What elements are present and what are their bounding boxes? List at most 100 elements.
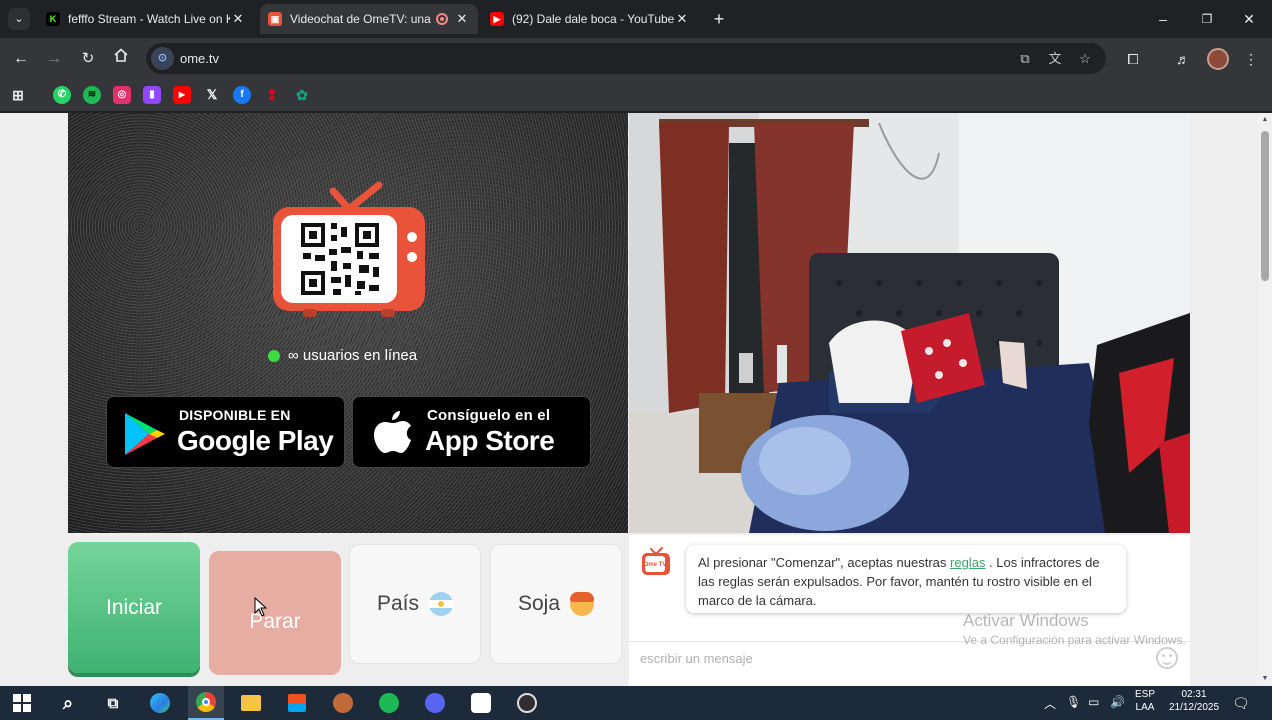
- apps-grid-icon[interactable]: ⊞: [9, 86, 27, 104]
- argentina-flag-icon: [429, 592, 454, 616]
- obs-icon[interactable]: [515, 691, 539, 715]
- tab-title: Videochat de OmeTV: una: [290, 12, 431, 26]
- message-input[interactable]: escribir un mensaje: [640, 651, 753, 666]
- ometv-icon: ▣: [268, 12, 282, 26]
- clock[interactable]: 02:31 21/12/2025: [1162, 688, 1226, 714]
- activate-windows-title: Activar Windows: [963, 611, 1089, 630]
- media-control-icon[interactable]: ♬: [1172, 48, 1194, 70]
- site-info-icon[interactable]: ⊙: [151, 47, 174, 70]
- search-icon[interactable]: ⌕: [56, 691, 80, 715]
- instagram-icon[interactable]: ◎: [113, 86, 131, 104]
- scroll-down-arrow-icon[interactable]: ▼: [1261, 675, 1269, 683]
- partner-video-placeholder: ∞ usuarios en línea DISPONIBLE EN Google…: [68, 113, 628, 533]
- x-icon[interactable]: 𝕏: [203, 86, 221, 104]
- microsoft-store-icon[interactable]: [285, 691, 309, 715]
- scroll-up-arrow-icon[interactable]: ▲: [1261, 116, 1269, 124]
- close-tab-icon[interactable]: ✕: [674, 11, 690, 27]
- show-hidden-icons-icon[interactable]: ︿: [1044, 695, 1056, 712]
- new-tab-button[interactable]: +: [708, 8, 730, 30]
- language-code: ESP: [1134, 689, 1155, 700]
- chat-panel: Ome TV Al presionar "Comenzar", aceptas …: [629, 535, 1190, 686]
- minimize-button[interactable]: –: [1140, 0, 1186, 38]
- chatgpt-icon[interactable]: ✿: [293, 86, 311, 104]
- clock-date: 21/12/2025: [1168, 702, 1220, 713]
- discord-icon[interactable]: [423, 691, 447, 715]
- bookmark-star-icon[interactable]: ☆: [1076, 50, 1094, 68]
- google-play-badge[interactable]: DISPONIBLE EN Google Play: [106, 396, 345, 468]
- app-store-big-text: App Store: [425, 425, 555, 456]
- recording-indicator-icon: [436, 13, 448, 25]
- stop-button[interactable]: Parar: [209, 551, 341, 675]
- spotify-taskbar-icon[interactable]: [377, 691, 401, 715]
- online-users-text: ∞ usuarios en línea: [288, 347, 418, 364]
- tab-kick[interactable]: K fefffo Stream - Watch Live on K ✕: [38, 4, 254, 34]
- notifications-icon[interactable]: 🗨: [1232, 695, 1250, 712]
- home-icon: [114, 48, 128, 62]
- online-status-dot: [268, 349, 280, 362]
- mouse-cursor-icon: [254, 597, 268, 617]
- bookmarks-bar: ⊞ ✆ ≋ ◎ ▮ ▶ 𝕏 f ❢ ✿: [0, 79, 1272, 112]
- address-bar[interactable]: ⊙ ome.tv ⧉ 文 ☆: [146, 43, 1106, 74]
- network-icon[interactable]: ▭: [1088, 695, 1099, 709]
- profile-avatar[interactable]: [1207, 48, 1229, 70]
- whatsapp-icon[interactable]: ✆: [53, 86, 71, 104]
- reload-button[interactable]: ↻: [75, 46, 101, 72]
- scrollbar-thumb[interactable]: [1261, 131, 1269, 281]
- edge-icon[interactable]: [148, 691, 172, 715]
- online-users-counter: ∞ usuarios en línea: [268, 347, 417, 364]
- self-camera-video: [629, 113, 1190, 533]
- task-view-icon[interactable]: ⧉: [101, 691, 125, 715]
- apple-icon: [374, 411, 411, 453]
- start-button[interactable]: Iniciar: [68, 542, 200, 673]
- browser-menu-icon[interactable]: ⋮: [1240, 48, 1262, 70]
- ometv-page: ∞ usuarios en línea DISPONIBLE EN Google…: [0, 113, 1272, 686]
- rules-link[interactable]: reglas: [950, 555, 985, 570]
- country-filter-label: País: [376, 592, 420, 615]
- close-tab-icon[interactable]: ✕: [230, 11, 246, 27]
- rules-notice-bubble: Al presionar "Comenzar", aceptas nuestra…: [686, 545, 1126, 613]
- language-indicator[interactable]: ESP LAA: [1132, 688, 1158, 714]
- pinterest-icon[interactable]: ❢: [263, 86, 281, 104]
- qr-tv-logo-icon: [273, 181, 425, 317]
- chrome-icon[interactable]: [188, 686, 224, 720]
- close-tab-icon[interactable]: ✕: [454, 11, 470, 27]
- microphone-icon[interactable]: 🎙: [1066, 695, 1081, 709]
- tab-youtube[interactable]: ▶ (92) Dale dale boca - YouTube ✕: [482, 4, 698, 34]
- notice-text-before: Al presionar "Comenzar", aceptas nuestra…: [698, 555, 951, 570]
- activate-windows-subtitle: Ve a Configuración para activar Windows.: [963, 633, 1186, 647]
- google-play-icon: [125, 413, 165, 455]
- country-filter-button[interactable]: País: [349, 544, 481, 664]
- back-button[interactable]: ←: [8, 46, 34, 72]
- static-noise-background: [68, 113, 628, 533]
- gender-filter-label: Soja: [517, 592, 561, 615]
- twitch-icon[interactable]: ▮: [143, 86, 161, 104]
- youtube-icon: ▶: [490, 12, 504, 26]
- capcut-icon[interactable]: [469, 691, 493, 715]
- file-explorer-icon[interactable]: [239, 691, 263, 715]
- browser-toolbar: ← → ↻ ⊙ ome.tv ⧉ 文 ☆ ⧠ ♬ ⋮: [0, 38, 1272, 79]
- close-window-button[interactable]: ✕: [1226, 0, 1272, 38]
- emoji-icon[interactable]: [1156, 647, 1178, 669]
- home-button[interactable]: [108, 46, 134, 72]
- tab-ometv[interactable]: ▣ Videochat de OmeTV: una ✕: [260, 4, 478, 34]
- tab-title: (92) Dale dale boca - YouTube: [512, 12, 674, 26]
- url-text[interactable]: ome.tv: [180, 51, 219, 66]
- windows-start-icon[interactable]: [10, 691, 34, 715]
- spotify-icon[interactable]: ≋: [83, 86, 101, 104]
- forward-button[interactable]: →: [41, 46, 67, 72]
- extensions-icon[interactable]: ⧠: [1122, 48, 1144, 70]
- tab-search-button[interactable]: ⌄: [8, 8, 30, 30]
- gender-filter-button[interactable]: Soja: [490, 544, 622, 664]
- google-play-small-text: DISPONIBLE EN: [179, 407, 291, 423]
- facebook-icon[interactable]: f: [233, 86, 251, 104]
- app-store-badge[interactable]: Consíguelo en el App Store: [352, 396, 591, 468]
- translate-icon[interactable]: 文: [1046, 50, 1064, 68]
- screen: ⌄ K fefffo Stream - Watch Live on K ✕ ▣ …: [0, 0, 1272, 720]
- app-icon[interactable]: [331, 691, 355, 715]
- windows-taskbar: ⌕ ⧉ ︿ 🎙 ▭ 🔊 ESP LAA 02:31 21/12/2025 🗨: [0, 686, 1272, 720]
- youtube-icon[interactable]: ▶: [173, 86, 191, 104]
- maximize-button[interactable]: ❐: [1184, 0, 1230, 38]
- install-app-icon[interactable]: ⧉: [1016, 50, 1034, 68]
- volume-icon[interactable]: 🔊: [1110, 695, 1125, 709]
- page-scrollbar[interactable]: ▲ ▼: [1258, 113, 1272, 686]
